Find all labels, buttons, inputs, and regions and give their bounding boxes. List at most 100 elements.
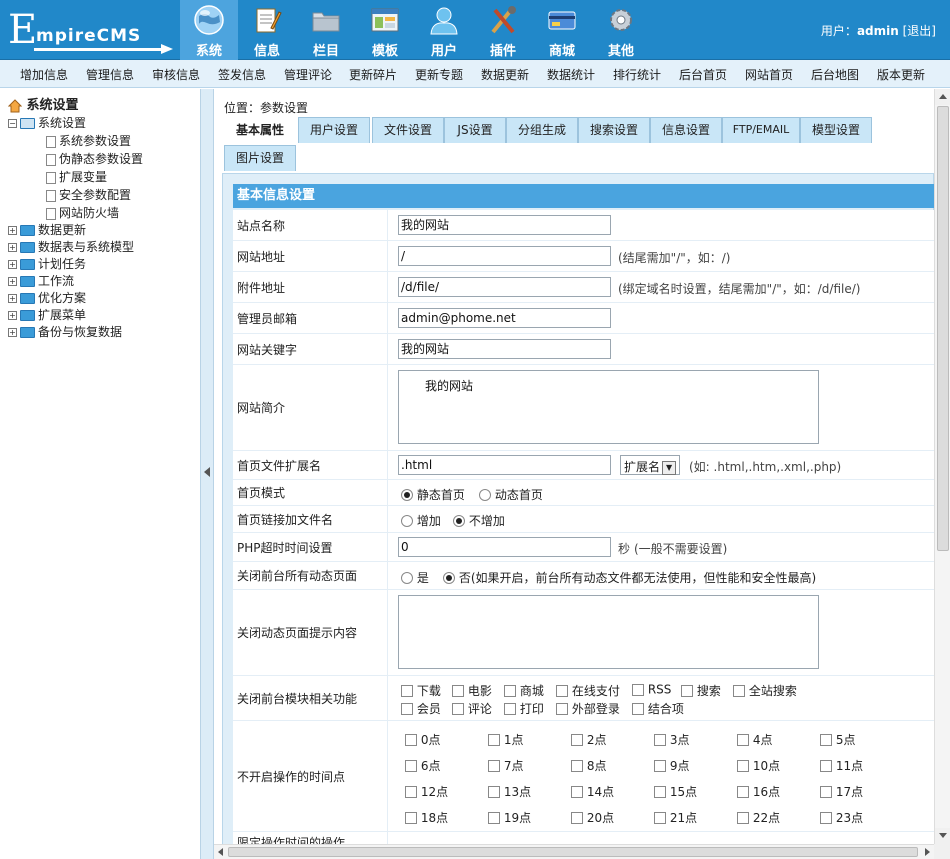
topnav-template[interactable]: 模板 <box>356 0 414 60</box>
hour-checkbox[interactable]: 8点 <box>571 757 606 774</box>
tab-user[interactable]: 用户设置 <box>298 117 370 143</box>
hour-checkbox[interactable]: 22点 <box>737 809 780 826</box>
hour-checkbox[interactable]: 13点 <box>488 783 531 800</box>
menu-version-update[interactable]: 版本更新 <box>877 66 925 83</box>
ext-select[interactable]: 扩展名 ▼ <box>620 455 681 475</box>
checkbox[interactable] <box>556 684 568 697</box>
checkbox[interactable] <box>488 811 500 824</box>
hour-checkbox[interactable]: 1点 <box>488 731 523 748</box>
tab-js[interactable]: JS设置 <box>444 117 506 143</box>
module-member-checkbox[interactable]: 会员 <box>401 700 441 717</box>
checkbox[interactable] <box>632 683 644 696</box>
tree-leaf-firewall[interactable]: 网站防火墙 <box>46 205 119 222</box>
radio-unchecked[interactable] <box>401 571 413 584</box>
close-dynamic-yes-radio[interactable]: 是 <box>401 569 429 586</box>
radio-unchecked[interactable] <box>479 488 491 501</box>
radio-checked[interactable] <box>443 571 455 584</box>
checkbox[interactable] <box>401 702 413 715</box>
checkbox[interactable] <box>556 702 568 715</box>
hour-checkbox[interactable]: 15点 <box>654 783 697 800</box>
checkbox[interactable] <box>571 759 583 772</box>
menu-sign-info[interactable]: 签发信息 <box>218 66 266 83</box>
checkbox[interactable] <box>401 684 413 697</box>
hour-checkbox[interactable]: 0点 <box>405 731 440 748</box>
menu-admin-home[interactable]: 后台首页 <box>679 66 727 83</box>
home-mode-static-radio[interactable]: 静态首页 <box>401 486 465 503</box>
topnav-shop[interactable]: 商城 <box>533 0 591 60</box>
menu-data-update[interactable]: 数据更新 <box>481 66 529 83</box>
checkbox[interactable] <box>504 702 516 715</box>
topnav-plugin[interactable]: 插件 <box>474 0 532 60</box>
expand-icon[interactable]: + <box>8 260 17 269</box>
close-dynamic-no-radio[interactable]: 否(如果开启，前台所有动态文件都无法使用，但性能和安全性最高) <box>443 569 816 586</box>
hour-checkbox[interactable]: 10点 <box>737 757 780 774</box>
scroll-right-arrow-icon[interactable] <box>925 848 930 856</box>
checkbox[interactable] <box>737 785 749 798</box>
tree-node-tables-models[interactable]: + 数据表与系统模型 <box>8 239 134 256</box>
tab-image[interactable]: 图片设置 <box>224 145 296 171</box>
hour-checkbox[interactable]: 16点 <box>737 783 780 800</box>
empirecms-logo[interactable]: E mpireCMS <box>6 8 174 54</box>
checkbox[interactable] <box>737 733 749 746</box>
home-ext-input[interactable]: .html <box>398 455 611 475</box>
tab-group-gen[interactable]: 分组生成 <box>506 117 578 143</box>
module-movie-checkbox[interactable]: 电影 <box>452 682 492 699</box>
tab-file[interactable]: 文件设置 <box>372 117 444 143</box>
expand-icon[interactable]: + <box>8 277 17 286</box>
menu-update-fragments[interactable]: 更新碎片 <box>349 66 397 83</box>
menu-ranking-stats[interactable]: 排行统计 <box>613 66 661 83</box>
scroll-down-arrow-icon[interactable] <box>935 828 950 844</box>
checkbox[interactable] <box>654 785 666 798</box>
tab-ftp-email[interactable]: FTP/EMAIL <box>722 117 800 143</box>
hour-checkbox[interactable]: 19点 <box>488 809 531 826</box>
home-link-noadd-radio[interactable]: 不增加 <box>453 512 505 529</box>
topnav-info[interactable]: 信息 <box>238 0 296 60</box>
attach-url-input[interactable]: /d/file/ <box>398 277 611 297</box>
site-name-input[interactable]: 我的网站 <box>398 215 611 235</box>
tree-node-optimization[interactable]: + 优化方案 <box>8 290 86 307</box>
tree-node-data-update[interactable]: + 数据更新 <box>8 222 86 239</box>
hour-checkbox[interactable]: 18点 <box>405 809 448 826</box>
checkbox[interactable] <box>488 785 500 798</box>
site-intro-textarea[interactable]: 我的网站 <box>398 370 819 444</box>
radio-checked[interactable] <box>453 514 465 527</box>
keywords-input[interactable]: 我的网站 <box>398 339 611 359</box>
php-timeout-input[interactable]: 0 <box>398 537 611 557</box>
tree-node-system-settings[interactable]: − 系统设置 <box>8 115 86 132</box>
checkbox[interactable] <box>571 811 583 824</box>
hour-checkbox[interactable]: 21点 <box>654 809 697 826</box>
radio-unchecked[interactable] <box>401 514 413 527</box>
scroll-up-arrow-icon[interactable] <box>935 89 950 105</box>
module-download-checkbox[interactable]: 下载 <box>401 682 441 699</box>
scroll-thumb[interactable] <box>937 106 949 551</box>
expand-icon[interactable]: + <box>8 294 17 303</box>
checkbox[interactable] <box>654 759 666 772</box>
hour-checkbox[interactable]: 2点 <box>571 731 606 748</box>
tree-node-workflow[interactable]: + 工作流 <box>8 273 74 290</box>
tab-basic[interactable]: 基本属性 <box>224 117 296 143</box>
tab-info[interactable]: 信息设置 <box>650 117 722 143</box>
topnav-system[interactable]: 系统 <box>180 0 238 60</box>
tree-leaf-rewrite[interactable]: 伪静态参数设置 <box>46 151 143 168</box>
hour-checkbox[interactable]: 11点 <box>820 757 863 774</box>
checkbox[interactable] <box>488 759 500 772</box>
scroll-thumb[interactable] <box>228 847 918 857</box>
checkbox[interactable] <box>733 684 745 697</box>
checkbox[interactable] <box>571 733 583 746</box>
module-rss-checkbox[interactable]: RSS <box>632 682 671 697</box>
topnav-other[interactable]: 其他 <box>592 0 650 60</box>
menu-site-home[interactable]: 网站首页 <box>745 66 793 83</box>
hour-checkbox[interactable]: 20点 <box>571 809 614 826</box>
module-shop-checkbox[interactable]: 商城 <box>504 682 544 699</box>
close-tip-textarea[interactable] <box>398 595 819 669</box>
menu-add-info[interactable]: 增加信息 <box>20 66 68 83</box>
hour-checkbox[interactable]: 9点 <box>654 757 689 774</box>
expand-icon[interactable]: + <box>8 243 17 252</box>
checkbox[interactable] <box>632 702 644 715</box>
checkbox[interactable] <box>820 733 832 746</box>
radio-checked[interactable] <box>401 488 413 501</box>
vertical-scrollbar[interactable] <box>934 89 950 844</box>
horizontal-scrollbar[interactable] <box>214 844 934 859</box>
module-search-checkbox[interactable]: 搜索 <box>681 682 721 699</box>
tab-model[interactable]: 模型设置 <box>800 117 872 143</box>
